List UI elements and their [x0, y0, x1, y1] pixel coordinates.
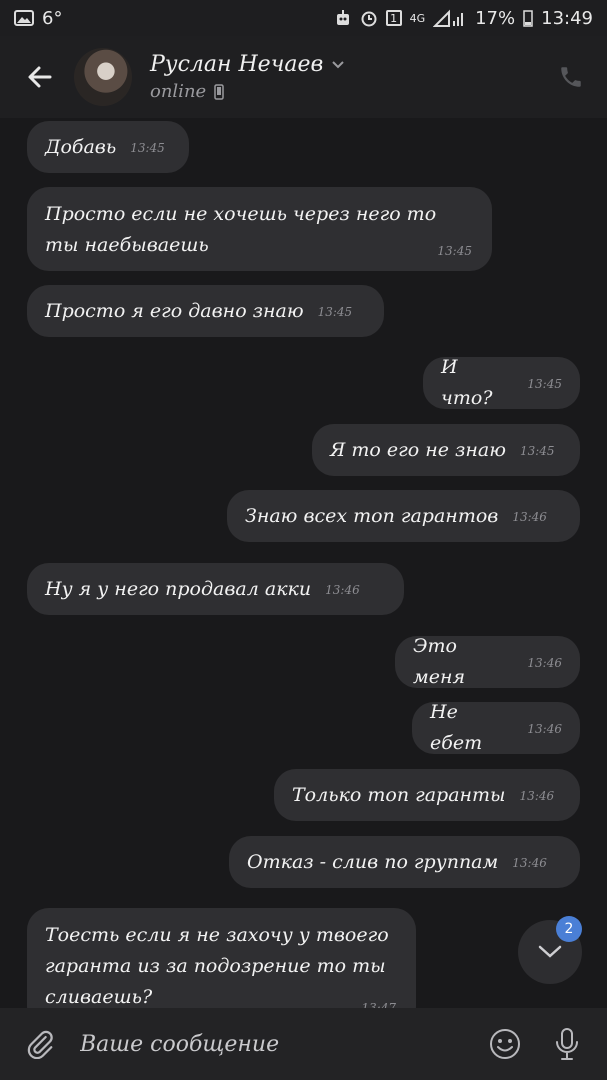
smiley-icon: [490, 1029, 520, 1059]
message-text: Ну я у него продавал акки: [45, 577, 312, 600]
message-bubble[interactable]: Это меня 13:46: [395, 635, 580, 688]
message-time: 13:46: [512, 856, 547, 870]
status-bar: 6° 1 4G 17% 13:49: [0, 0, 607, 36]
robot-icon: [334, 9, 352, 27]
status-bar-left: 6°: [14, 8, 62, 29]
message-bubble[interactable]: И что? 13:45: [423, 356, 580, 409]
chevron-down-icon: [332, 60, 345, 68]
message-bubble[interactable]: Я то его не знаю 13:45: [312, 424, 580, 476]
chevron-down-icon: [538, 945, 562, 958]
voice-message-button[interactable]: [543, 1020, 591, 1068]
weather-temperature: 6°: [42, 7, 63, 29]
message-text: Я то его не знаю: [330, 438, 506, 461]
message-time: 13:45: [317, 305, 353, 319]
message-bubble[interactable]: Только топ гаранты 13:46: [274, 769, 580, 821]
message-time: 13:46: [527, 656, 562, 670]
alarm-icon: [360, 9, 378, 27]
battery-percent: 17%: [475, 7, 516, 29]
message-bubble[interactable]: Отказ - слив по группам 13:46: [229, 836, 580, 888]
message-time: 13:45: [527, 377, 562, 391]
microphone-icon: [556, 1028, 578, 1060]
message-bubble[interactable]: Просто я его давно знаю 13:45: [27, 285, 384, 337]
call-button[interactable]: [551, 57, 591, 97]
message-list[interactable]: Добавь 13:45 Просто если не хочешь через…: [0, 118, 607, 1008]
message-bubble[interactable]: Ну я у него продавал акки 13:46: [27, 563, 404, 615]
status-bar-right: 1 4G 17% 13:49: [334, 8, 593, 29]
message-time: 13:45: [130, 141, 165, 155]
network-type: 4G: [409, 11, 426, 25]
message-text: Это меня: [413, 635, 466, 688]
message-text: Добавь: [45, 135, 117, 158]
message-text: Только топ гаранты: [292, 783, 506, 806]
message-input[interactable]: [78, 1019, 467, 1069]
signal-icon: [433, 9, 467, 27]
avatar[interactable]: [74, 48, 132, 106]
message-time: 13:46: [527, 722, 562, 736]
back-button[interactable]: [16, 53, 64, 101]
contact-name: Руслан Нечаев: [150, 52, 551, 77]
message-time: 13:45: [519, 444, 555, 458]
contact-name-text: Руслан Нечаев: [150, 52, 324, 77]
message-bubble[interactable]: Добавь 13:45: [27, 121, 189, 173]
online-status: online: [150, 81, 207, 102]
arrow-left-icon: [28, 66, 52, 88]
message-text: Не ебет: [430, 701, 483, 754]
message-text: Знаю всех топ гарантов: [245, 504, 499, 527]
phone-icon: [561, 67, 581, 87]
message-time: 13:46: [325, 583, 360, 597]
message-time: 13:45: [437, 244, 472, 258]
gallery-notification-icon: [14, 10, 34, 26]
chat-header: Руслан Нечаев online: [0, 36, 607, 118]
message-bubble[interactable]: Знаю всех топ гарантов 13:46: [227, 490, 580, 542]
paperclip-icon: [27, 1030, 53, 1059]
contact-status: online: [150, 81, 551, 102]
message-text: Просто если не хочешь через него то ты н…: [45, 203, 437, 256]
message-bubble[interactable]: Не ебет 13:46: [412, 701, 580, 754]
message-text: Просто я его давно знаю: [45, 299, 304, 322]
message-bubble[interactable]: Тоесть если я не захочу у твоего гаранта…: [27, 908, 416, 1008]
clock: 13:49: [541, 7, 593, 29]
sim-badge: 1: [385, 10, 402, 26]
attach-button[interactable]: [16, 1020, 64, 1068]
composer: [0, 1008, 607, 1080]
unread-badge: 2: [556, 916, 582, 942]
battery-icon: [523, 9, 533, 27]
message-time: 13:46: [519, 789, 555, 803]
emoji-button[interactable]: [481, 1020, 529, 1068]
message-text: Тоесть если я не захочу у твоего гаранта…: [45, 924, 389, 1008]
message-bubble[interactable]: Просто если не хочешь через него то ты н…: [27, 187, 492, 271]
message-time: 13:46: [512, 510, 547, 524]
message-text: Отказ - слив по группам: [247, 850, 499, 873]
contact-info[interactable]: Руслан Нечаев online: [150, 52, 551, 102]
message-text: И что?: [441, 356, 493, 409]
message-time: 13:47: [361, 1001, 396, 1008]
mobile-device-icon: [214, 83, 224, 100]
